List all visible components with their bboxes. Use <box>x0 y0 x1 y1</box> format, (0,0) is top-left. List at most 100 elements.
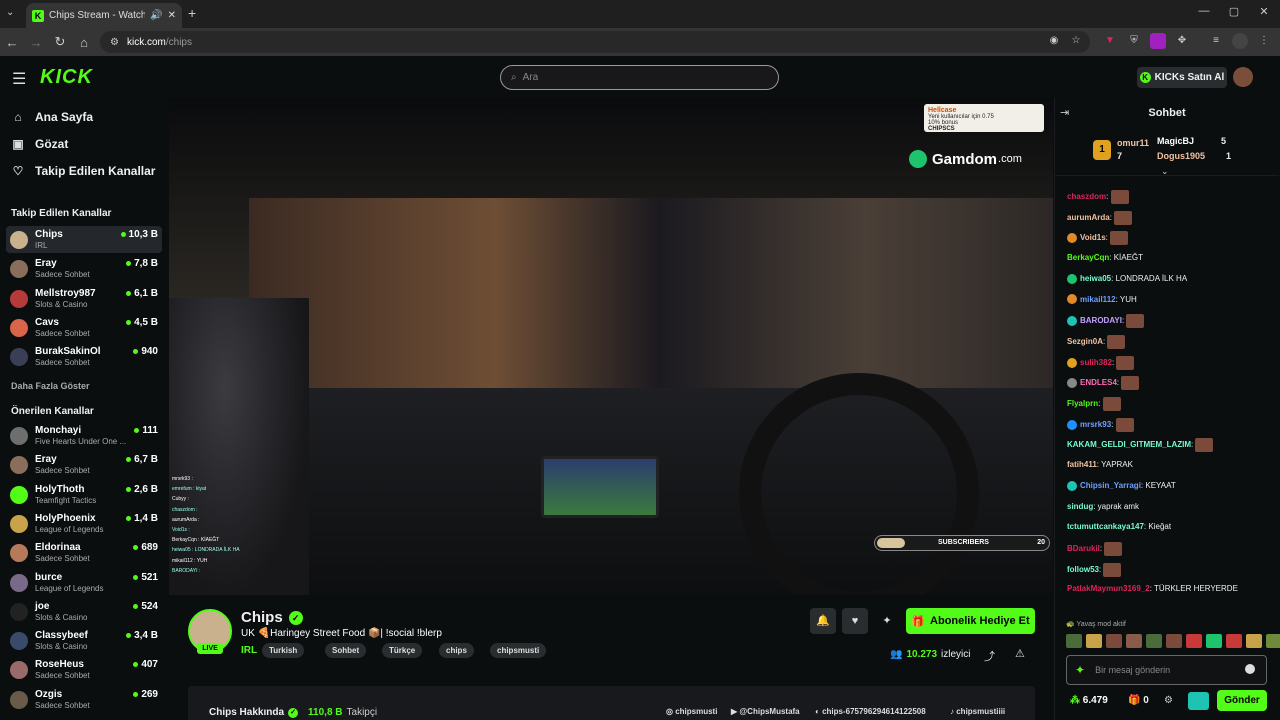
social-tiktok[interactable]: ♪ chipsmustiiii <box>950 707 1005 716</box>
user-avatar[interactable] <box>1233 67 1253 87</box>
media-control-icon[interactable]: ≡ <box>1208 33 1224 49</box>
sidebar-channel[interactable]: BurakSakinOl Sadece Sohbet 940 <box>6 343 162 370</box>
new-tab-button[interactable]: + <box>188 5 196 21</box>
chat-input[interactable]: ✦ Bir mesaj gönderin <box>1066 655 1267 685</box>
home-icon[interactable]: ⌂ <box>72 35 96 50</box>
show-more-button[interactable]: Daha Fazla Göster <box>11 381 90 391</box>
emote-button[interactable] <box>1226 634 1242 648</box>
emote-button[interactable] <box>1266 634 1280 648</box>
share-icon[interactable]: ⤴ <box>984 648 995 664</box>
menu-dots-icon[interactable]: ⋮ <box>1256 33 1272 49</box>
stream-tag[interactable]: chips <box>439 643 474 658</box>
search-input[interactable]: ⌕ Ara <box>500 65 779 90</box>
chat-username[interactable]: KAKAM_GELDI_GITMEM_LAZIM <box>1067 441 1191 450</box>
chat-username[interactable]: Sezgin0A <box>1067 337 1103 346</box>
extension-purple-icon[interactable] <box>1150 33 1166 49</box>
chat-username[interactable]: ENDLES4 <box>1080 378 1117 387</box>
social-instagram[interactable]: ◎ chipsmusti <box>666 707 717 716</box>
chat-username[interactable]: mrsrk93 <box>1080 420 1111 429</box>
maximize-button[interactable]: ▢ <box>1222 5 1246 18</box>
back-icon[interactable]: ← <box>0 35 24 50</box>
stream-tag[interactable]: Turkish <box>262 643 305 658</box>
sidebar-channel[interactable]: Monchayi Five Hearts Under One ... 111 <box>6 422 162 449</box>
stream-tag[interactable]: chipsmusti <box>490 643 547 658</box>
social-discord[interactable]: ◐ chips-675796294614122508 <box>815 707 926 716</box>
emote-button[interactable] <box>1106 634 1122 648</box>
reload-icon[interactable]: ↻ <box>48 34 72 50</box>
video-player[interactable]: Hellcase Yeni kullanıcılar için 0.75 10%… <box>169 98 1053 595</box>
notification-bell-button[interactable]: 🔔 <box>810 608 836 634</box>
kick-logo[interactable]: KICK <box>40 66 93 89</box>
send-button[interactable]: Gönder <box>1217 690 1267 711</box>
shield-icon[interactable]: ⛨ <box>1126 33 1142 49</box>
social-youtube[interactable]: ▶ @ChipsMustafa <box>731 707 800 716</box>
emote-button[interactable] <box>1186 634 1202 648</box>
chat-username[interactable]: PatlakMaymun3169_2 <box>1067 584 1150 593</box>
gift-subscription-button[interactable]: 🎁 Abonelik Hediye Et <box>906 608 1035 634</box>
emote-button[interactable] <box>1086 634 1102 648</box>
sidebar-channel[interactable]: RoseHeus Sadece Sohbet 407 <box>6 656 162 683</box>
kick-bot-button[interactable] <box>1188 692 1209 710</box>
tab-list-icon[interactable]: ⌄ <box>6 7 14 18</box>
sidebar-channel[interactable]: HolyThoth Teamfight Tactics 2,6 B <box>6 481 162 508</box>
chat-username[interactable]: follow53 <box>1067 565 1099 574</box>
stream-category[interactable]: IRL <box>241 645 257 656</box>
chat-username[interactable]: tctumuttcankaya147 <box>1067 522 1144 531</box>
chat-username[interactable]: chaszdom <box>1067 192 1106 201</box>
chat-username[interactable]: Chipsin_Yarragi <box>1080 481 1141 490</box>
emote-button[interactable] <box>1206 634 1222 648</box>
gift-count[interactable]: 🎁 0 <box>1128 695 1149 706</box>
chat-username[interactable]: heiwa05 <box>1080 274 1111 283</box>
puzzle-icon[interactable]: ✥ <box>1174 33 1190 49</box>
sidebar-channel[interactable]: burce League of Legends 521 <box>6 569 162 596</box>
sidebar-channel[interactable]: Cavs Sadece Sohbet 4,5 B <box>6 314 162 341</box>
site-info-icon[interactable]: ⚙ <box>110 37 119 48</box>
sidebar-channel[interactable]: Eldorinaa Sadece Sohbet 689 <box>6 539 162 566</box>
sidebar-channel[interactable]: Mellstroy987 Slots & Casino 6,1 B <box>6 285 162 312</box>
eye-off-icon[interactable]: ◉ <box>1046 33 1062 49</box>
bookmark-star-icon[interactable]: ☆ <box>1068 33 1084 49</box>
follow-heart-button[interactable]: ♥ <box>842 608 868 634</box>
sidebar-channel[interactable]: Eray Sadece Sohbet 6,7 B <box>6 451 162 478</box>
sparkle-button[interactable]: ✦ <box>874 608 900 634</box>
emote-button[interactable] <box>1146 634 1162 648</box>
stream-tag[interactable]: Türkçe <box>382 643 423 658</box>
menu-icon[interactable]: ☰ <box>12 69 26 89</box>
browser-tab[interactable]: K Chips Stream - Watch Live o 🔊 ✕ <box>26 3 182 28</box>
streamer-name[interactable]: Chips ✓ <box>241 609 303 626</box>
chat-username[interactable]: Flyalprn <box>1067 399 1098 408</box>
sidebar-channel[interactable]: Ozgis Sadece Sohbet 269 <box>6 686 162 713</box>
emote-button[interactable] <box>1066 634 1082 648</box>
chat-username[interactable]: Void1s <box>1080 234 1106 243</box>
nav-following[interactable]: ♡ Takip Edilen Kanallar <box>11 164 156 178</box>
chat-username[interactable]: BDarukil <box>1067 544 1100 553</box>
chat-username[interactable]: mikail112 <box>1080 295 1116 304</box>
tab-close-icon[interactable]: ✕ <box>168 10 176 21</box>
chat-username[interactable]: BerkayCqn <box>1067 253 1109 262</box>
emote-button[interactable] <box>1126 634 1142 648</box>
sidebar-channel[interactable]: Eray Sadece Sohbet 7,8 B <box>6 255 162 282</box>
chat-settings-icon[interactable]: ⚙ <box>1164 695 1173 706</box>
url-field[interactable]: ⚙ kick.com /chips <box>100 31 1090 53</box>
expand-leaderboard-icon[interactable]: ⌄ <box>1161 166 1169 177</box>
sidebar-channel[interactable]: joe Slots & Casino 524 <box>6 598 162 625</box>
emote-button[interactable] <box>1166 634 1182 648</box>
forward-icon[interactable]: → <box>24 35 48 50</box>
stream-tag[interactable]: Sohbet <box>325 643 367 658</box>
sidebar-channel[interactable]: Classybeef Slots & Casino 3,4 B <box>6 627 162 654</box>
chat-username[interactable]: fatih411 <box>1067 460 1097 469</box>
extension-icon[interactable]: ▼ <box>1102 33 1118 49</box>
chat-username[interactable]: sindug <box>1067 502 1093 511</box>
emoji-picker-icon[interactable] <box>1245 664 1255 674</box>
report-icon[interactable]: ⚠ <box>1015 647 1025 660</box>
chat-username[interactable]: aurumArda <box>1067 213 1110 222</box>
nav-browse[interactable]: ▣ Gözat <box>11 137 68 151</box>
chat-username[interactable]: BARODAYI <box>1080 316 1122 325</box>
profile-icon[interactable] <box>1232 33 1248 49</box>
close-window-button[interactable]: ✕ <box>1252 5 1276 18</box>
sidebar-channel[interactable]: Chips IRL 10,3 B <box>6 226 162 253</box>
sidebar-channel[interactable]: HolyPhoenix League of Legends 1,4 B <box>6 510 162 537</box>
kicks-balance[interactable]: ⁂ 6.479 <box>1070 695 1108 706</box>
minimize-button[interactable]: — <box>1192 5 1216 17</box>
emote-button[interactable] <box>1246 634 1262 648</box>
